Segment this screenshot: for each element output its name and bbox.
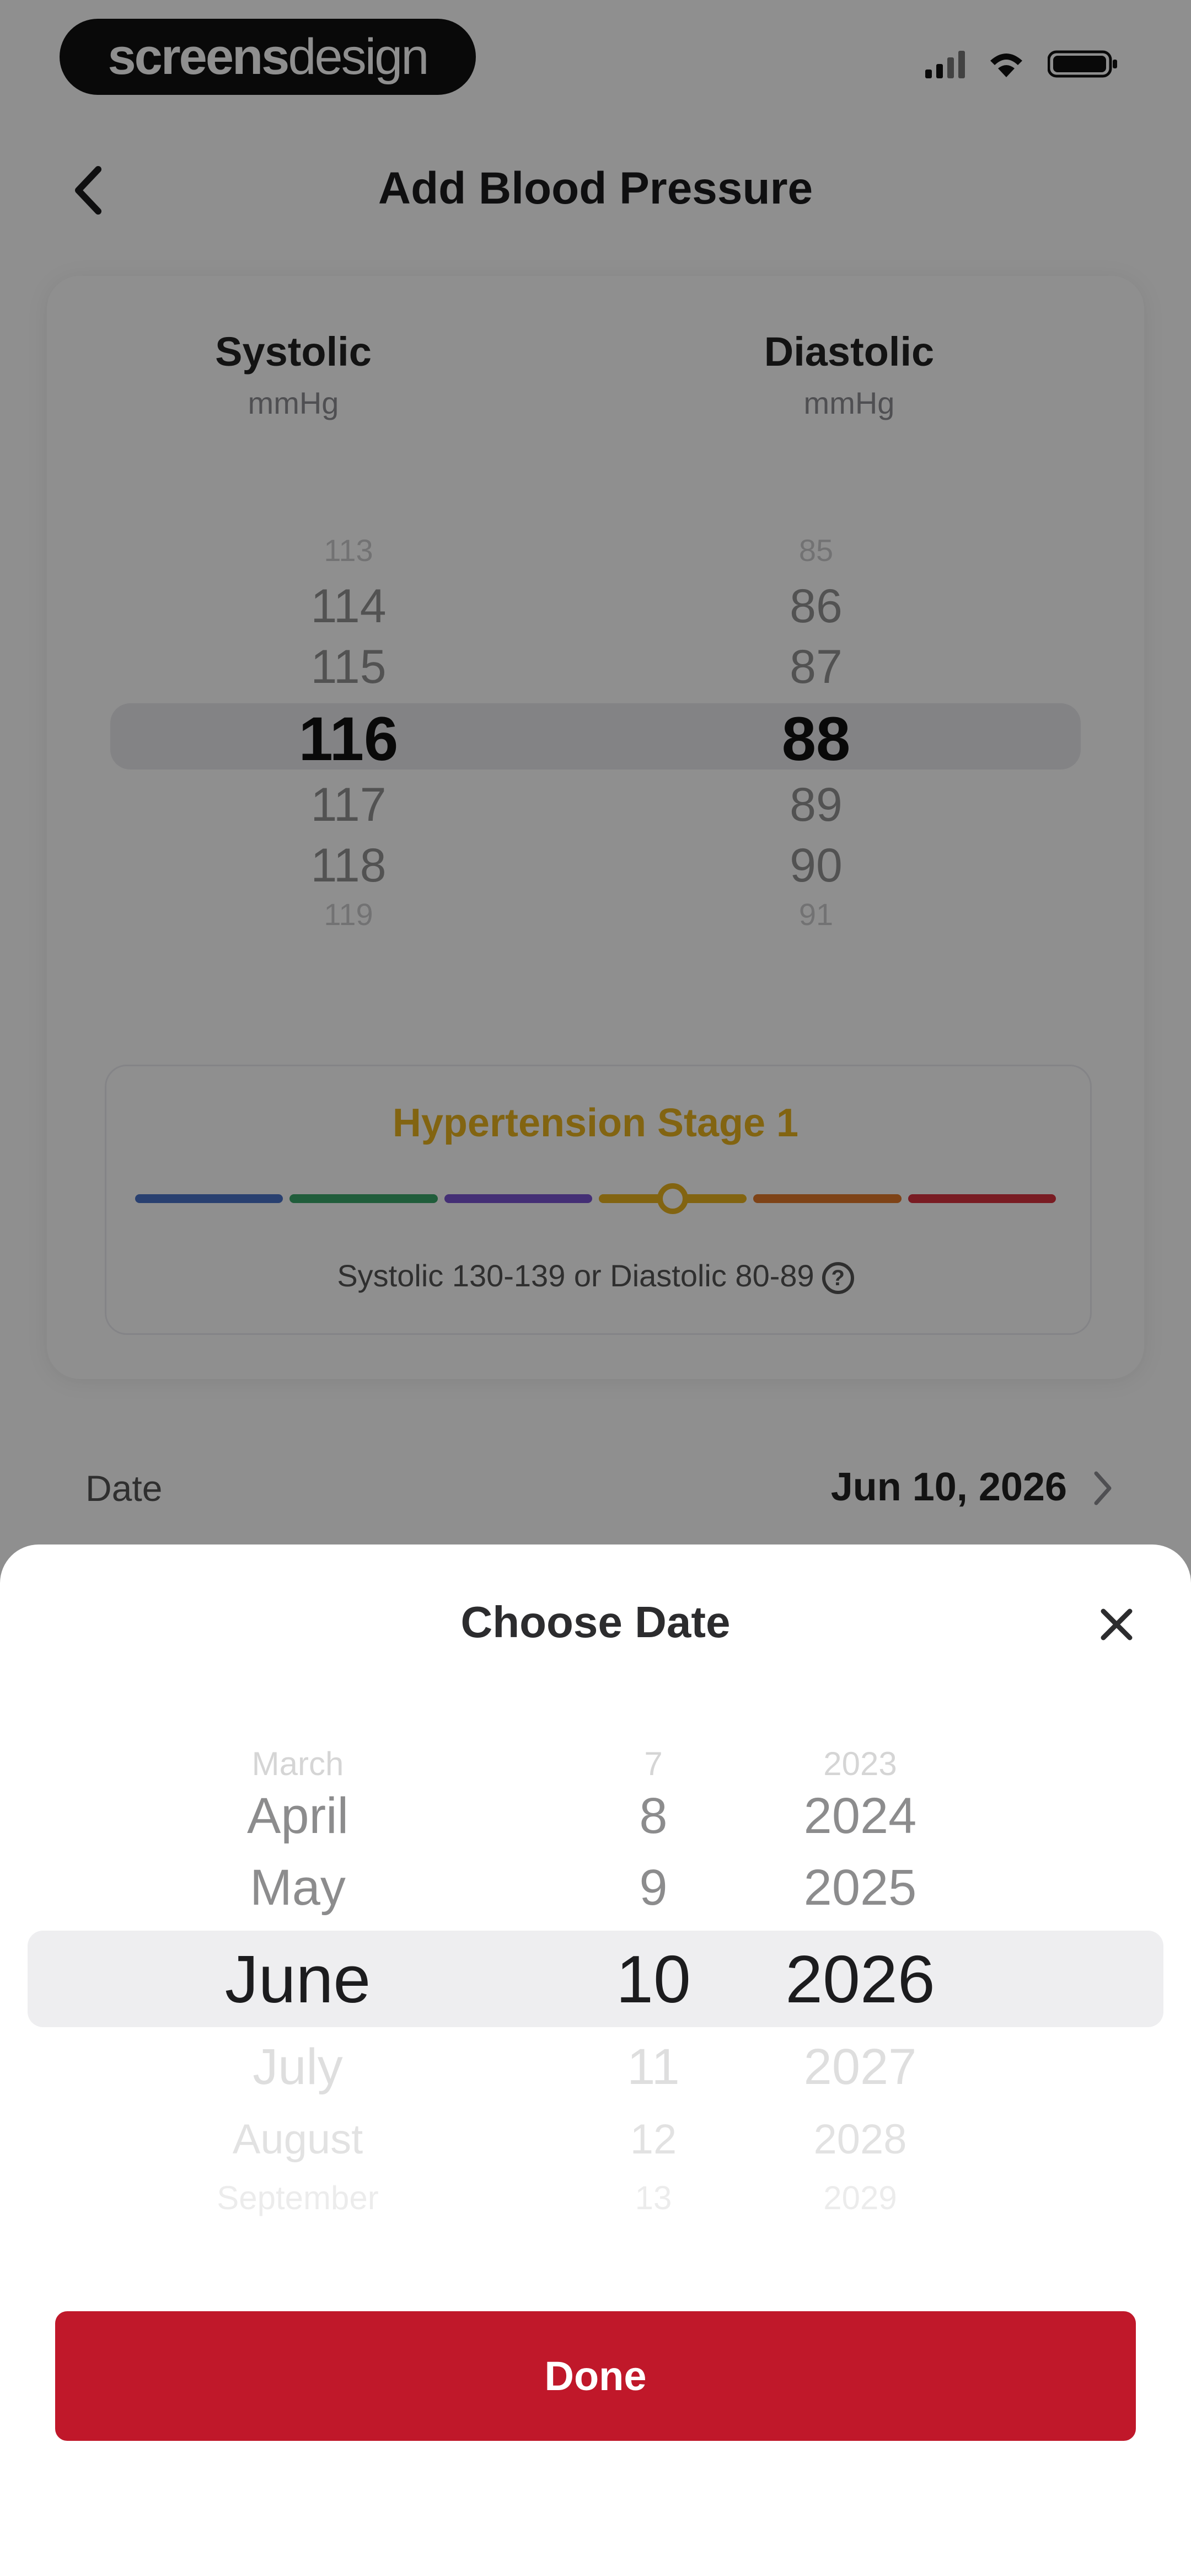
month-selected[interactable]: June [165,1941,430,2018]
screen: screens design Add Blood Pressure Systoli… [0,0,1191,2576]
year-option[interactable]: 2029 [750,2179,970,2217]
day-selected[interactable]: 10 [571,1941,736,2018]
month-option[interactable]: April [165,1787,430,1845]
month-option[interactable]: September [165,2179,430,2217]
month-option[interactable]: May [165,1859,430,1917]
day-option[interactable]: 12 [571,2115,736,2163]
month-option[interactable]: July [165,2038,430,2096]
day-option[interactable]: 11 [571,2038,736,2096]
year-selected[interactable]: 2026 [750,1941,970,2018]
month-option[interactable]: August [165,2115,430,2163]
sheet-title: Choose Date [460,1597,731,1647]
close-icon [1101,1608,1133,1640]
done-button[interactable]: Done [55,2311,1136,2441]
month-option[interactable]: March [165,1745,430,1783]
day-option[interactable]: 7 [571,1745,736,1783]
year-option[interactable]: 2028 [750,2115,970,2163]
day-option[interactable]: 13 [571,2179,736,2217]
year-option[interactable]: 2024 [750,1787,970,1845]
day-option[interactable]: 8 [571,1787,736,1845]
year-option[interactable]: 2023 [750,1745,970,1783]
year-option[interactable]: 2027 [750,2038,970,2096]
close-button[interactable] [1089,1597,1144,1652]
day-option[interactable]: 9 [571,1859,736,1917]
year-option[interactable]: 2025 [750,1859,970,1917]
